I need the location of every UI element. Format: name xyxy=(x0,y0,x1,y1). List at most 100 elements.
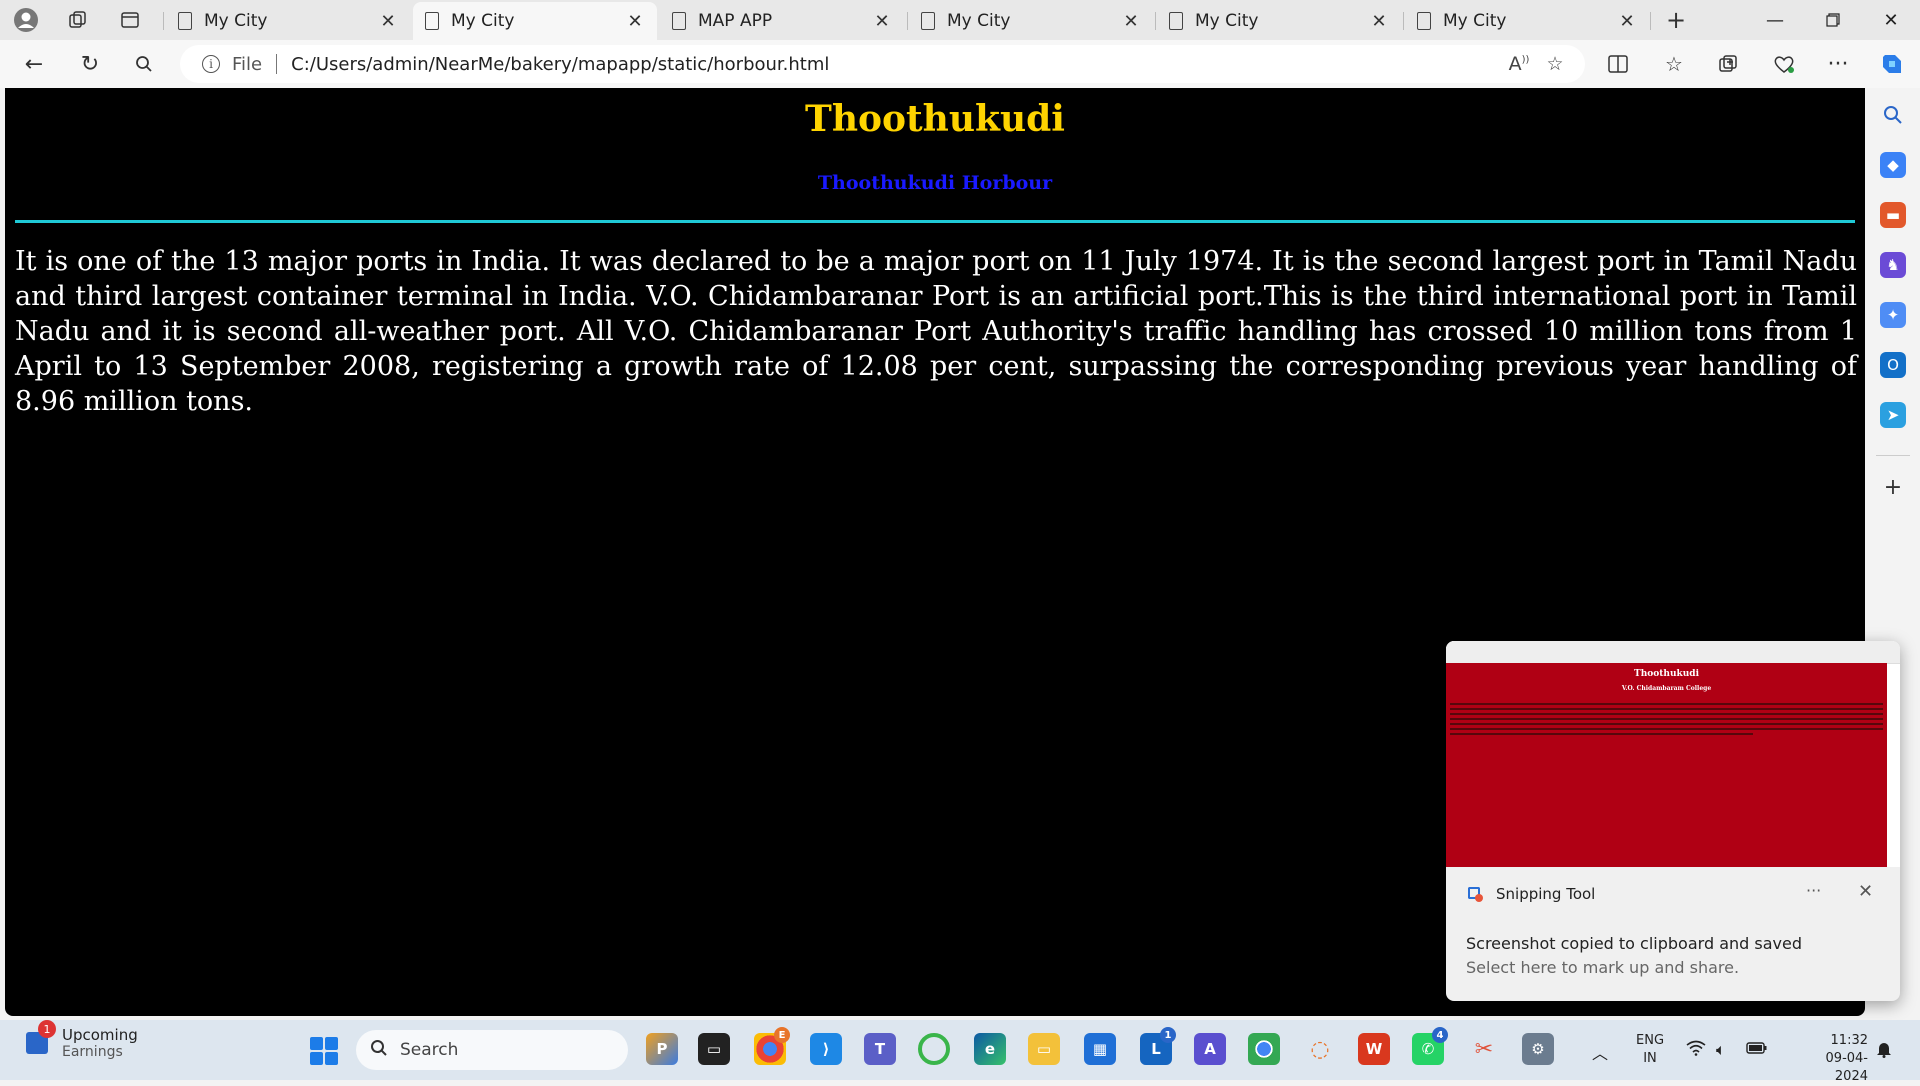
tab-actions-icon[interactable] xyxy=(114,4,146,36)
tab-title: My City xyxy=(451,11,515,31)
widget-sublabel: Earnings xyxy=(62,1044,123,1060)
copilot-icon[interactable] xyxy=(1874,48,1910,80)
new-tab-plus-icon[interactable]: + xyxy=(1660,4,1692,36)
page-title: Thoothukudi xyxy=(805,98,1065,140)
close-tab-icon[interactable]: ✕ xyxy=(872,11,892,32)
favorites-icon[interactable]: ☆ xyxy=(1656,48,1692,80)
close-tab-icon[interactable]: ✕ xyxy=(1617,11,1637,32)
widgets-news-item[interactable]: 1 Upcoming Earnings xyxy=(26,1020,138,1060)
address-bar[interactable]: i File C:/Users/admin/NearMe/bakery/mapa… xyxy=(180,45,1585,83)
linkedin-l-icon[interactable]: L 1 xyxy=(1140,1027,1176,1065)
microsoft-store-icon[interactable]: ▦ xyxy=(1084,1033,1116,1065)
tab-map-app[interactable]: MAP APP ✕ xyxy=(660,2,904,40)
browser-essentials-icon[interactable] xyxy=(1766,48,1802,80)
workspaces-icon[interactable] xyxy=(62,4,94,36)
language-indicator[interactable]: ENG IN xyxy=(1636,1032,1664,1068)
tab-my-city-5[interactable]: My City ✕ xyxy=(1157,2,1401,40)
description-paragraph: It is one of the 13 major ports in India… xyxy=(15,246,1857,417)
sidebar-outlook-icon[interactable]: O xyxy=(1880,352,1906,378)
sidebar-shopping-tag-icon[interactable]: ◆ xyxy=(1880,152,1906,178)
tab-my-city-active[interactable]: My City ✕ xyxy=(413,2,657,40)
preview-title: Thoothukudi xyxy=(1634,669,1699,679)
close-window-icon[interactable]: ✕ xyxy=(1868,4,1914,36)
snipping-tool-taskbar-icon[interactable]: ✂ xyxy=(1468,1033,1500,1065)
sidebar-tools-icon[interactable]: ▬ xyxy=(1880,202,1906,228)
teams-icon[interactable]: T xyxy=(864,1033,896,1065)
start-windows-icon[interactable] xyxy=(310,1037,338,1065)
region-code: IN xyxy=(1643,1051,1657,1066)
sidebar-add-icon[interactable]: + xyxy=(1880,474,1906,500)
tab-my-city-6[interactable]: My City ✕ xyxy=(1405,2,1649,40)
sidebar-drop-icon[interactable]: ➤ xyxy=(1880,402,1906,428)
refresh-icon[interactable]: ↻ xyxy=(72,48,108,80)
tab-divider xyxy=(907,12,908,30)
edge-icon[interactable]: e xyxy=(974,1033,1006,1065)
tab-divider xyxy=(1650,12,1651,30)
back-arrow-icon[interactable]: ← xyxy=(16,48,52,80)
close-tab-icon[interactable]: ✕ xyxy=(378,11,398,32)
page-icon xyxy=(672,12,686,30)
preview-browser-bar xyxy=(1446,641,1900,664)
browser-tab-bar: My City ✕ My City ✕ MAP APP ✕ My City ✕ … xyxy=(0,0,1920,40)
affinity-icon[interactable]: A xyxy=(1194,1033,1226,1065)
notification-bell-icon[interactable] xyxy=(1876,1040,1892,1062)
url-text[interactable]: C:/Users/admin/NearMe/bakery/mapapp/stat… xyxy=(291,54,1501,75)
whatsapp-badge: 4 xyxy=(1432,1027,1448,1043)
settings-more-icon[interactable]: ··· xyxy=(1820,48,1856,80)
minimize-icon[interactable]: — xyxy=(1752,4,1798,36)
wifi-icon[interactable] xyxy=(1686,1040,1706,1060)
taskbar-search-box[interactable]: Search xyxy=(356,1030,628,1070)
close-tab-icon[interactable]: ✕ xyxy=(625,11,645,32)
preview-text-lines xyxy=(1450,703,1883,738)
close-tab-icon[interactable]: ✕ xyxy=(1369,11,1389,32)
favorite-star-icon[interactable]: ☆ xyxy=(1537,53,1573,75)
toast-message: Screenshot copied to clipboard and saved xyxy=(1466,934,1802,953)
page-icon xyxy=(921,12,935,30)
screenshot-preview[interactable]: Thoothukudi V.O. Chidambaram College xyxy=(1446,641,1900,867)
snipping-tool-icon xyxy=(1466,885,1484,903)
search-icon[interactable] xyxy=(126,48,162,80)
settings-gear-icon[interactable]: ⚙ xyxy=(1522,1033,1554,1065)
show-hidden-icons-chevron-icon[interactable]: ︿ xyxy=(1592,1040,1608,1064)
vscode-icon[interactable]: ⟩ xyxy=(810,1033,842,1065)
tab-divider xyxy=(1403,12,1404,30)
sidebar-copilot-icon[interactable]: ✦ xyxy=(1880,302,1906,328)
tab-my-city-4[interactable]: My City ✕ xyxy=(909,2,1153,40)
tab-title: My City xyxy=(204,11,268,31)
restore-icon[interactable] xyxy=(1810,4,1856,36)
tab-my-city-1[interactable]: My City ✕ xyxy=(166,2,410,40)
toast-app-name: Snipping Tool xyxy=(1496,885,1596,903)
whatsapp-icon[interactable]: ✆ 4 xyxy=(1412,1027,1448,1065)
volume-icon[interactable]: 🔈︎ xyxy=(1716,1040,1726,1060)
wps-office-icon[interactable]: W xyxy=(1358,1033,1390,1065)
toast-more-options-icon[interactable]: ··· xyxy=(1806,881,1821,900)
horizontal-rule xyxy=(15,220,1855,223)
tab-title: My City xyxy=(947,11,1011,31)
split-screen-icon[interactable] xyxy=(1600,48,1636,80)
sidebar-games-icon[interactable]: ♞ xyxy=(1880,252,1906,278)
read-aloud-icon[interactable]: A)) xyxy=(1501,53,1537,75)
chrome-icon[interactable] xyxy=(1248,1033,1280,1065)
jupyter-icon[interactable]: ◌ xyxy=(1304,1033,1336,1065)
system-clock[interactable]: 11:32 09-04-2024 xyxy=(1810,1032,1868,1086)
sidebar-search-icon[interactable] xyxy=(1880,102,1906,128)
tab-title: My City xyxy=(1443,11,1507,31)
profile-icon[interactable] xyxy=(10,4,42,36)
sidebar-divider xyxy=(1876,455,1910,456)
task-view-icon[interactable]: ▭ xyxy=(698,1033,730,1065)
chrome-profile-icon[interactable]: E xyxy=(754,1027,790,1065)
collections-icon[interactable] xyxy=(1710,48,1746,80)
page-icon xyxy=(1417,12,1431,30)
refresh-app-icon[interactable] xyxy=(918,1033,950,1065)
navigation-bar: ← ↻ i File C:/Users/admin/NearMe/bakery/… xyxy=(0,40,1920,88)
copilot-preview-app-icon[interactable]: P xyxy=(646,1033,678,1065)
snipping-tool-notification[interactable]: Thoothukudi V.O. Chidambaram College Sni… xyxy=(1446,641,1900,1001)
notification-badge: 1 xyxy=(38,1020,56,1038)
tab-divider xyxy=(1155,12,1156,30)
info-icon[interactable]: i xyxy=(202,55,220,73)
clock-date: 09-04-2024 xyxy=(1825,1051,1868,1084)
file-explorer-icon[interactable]: ▭ xyxy=(1028,1033,1060,1065)
battery-icon[interactable] xyxy=(1746,1040,1768,1059)
toast-close-icon[interactable]: ✕ xyxy=(1858,881,1873,902)
close-tab-icon[interactable]: ✕ xyxy=(1121,11,1141,32)
